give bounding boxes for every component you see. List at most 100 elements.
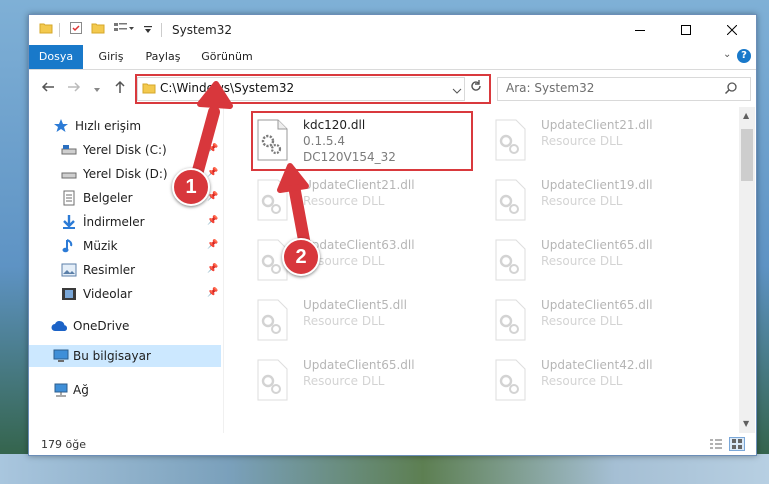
chevron-down-icon[interactable] [143, 24, 153, 38]
file-name: UpdateClient63.dll [303, 238, 415, 252]
file-highlight-box [251, 111, 473, 171]
separator [161, 23, 162, 37]
sidebar-item-label: Müzik [83, 239, 118, 253]
large-icons-view-icon[interactable] [729, 437, 745, 451]
pin-icon[interactable]: 📌 [207, 216, 218, 226]
file-item[interactable]: UpdateClient42.dll Resource DLL [487, 351, 707, 411]
dll-file-icon [493, 119, 527, 161]
sidebar-item-music[interactable]: Müzik 📌 [29, 235, 221, 257]
file-name: UpdateClient65.dll [303, 358, 415, 372]
computer-icon [53, 348, 69, 364]
network-icon [53, 382, 69, 398]
explorer-window: System32 Dosya Giriş Paylaş Görünüm ⌄ ? [28, 14, 757, 456]
sidebar-item-label: Hızlı erişim [75, 119, 142, 133]
file-item[interactable]: UpdateClient21.dll Resource DLL [249, 171, 469, 231]
back-icon[interactable] [41, 80, 55, 98]
sidebar-item-label: Yerel Disk (C:) [83, 143, 167, 157]
file-name: UpdateClient21.dll [303, 178, 415, 192]
item-count: 179 öğe [41, 438, 86, 451]
star-icon [53, 118, 69, 134]
search-box[interactable]: Ara: System32 [497, 77, 751, 101]
dll-file-icon [493, 179, 527, 221]
vertical-scrollbar[interactable]: ▲ ▼ [739, 107, 755, 433]
file-name: UpdateClient65.dll [541, 238, 653, 252]
sidebar-item-label: Ağ [73, 383, 89, 397]
navigation-pane: Hızlı erişim Yerel Disk (C:) 📌 Yerel Dis… [29, 107, 223, 433]
desktop-background [0, 454, 769, 484]
file-name: UpdateClient5.dll [303, 298, 407, 312]
tab-dosya[interactable]: Dosya [29, 45, 83, 69]
details-view-icon[interactable] [709, 438, 723, 453]
file-description: Resource DLL [303, 314, 385, 328]
search-input[interactable]: Ara: System32 [506, 81, 594, 95]
file-item[interactable]: UpdateClient65.dll Resource DLL [249, 351, 469, 411]
dll-file-icon [255, 179, 289, 221]
file-description: Resource DLL [303, 194, 385, 208]
file-description: Resource DLL [541, 254, 623, 268]
file-item[interactable]: UpdateClient19.dll Resource DLL [487, 171, 707, 231]
minimize-button[interactable] [617, 15, 663, 45]
sidebar-item-this-pc[interactable]: Bu bilgisayar [29, 345, 221, 367]
documents-icon [61, 190, 77, 206]
scrollbar-thumb[interactable] [741, 129, 753, 181]
pictures-icon [61, 262, 77, 278]
help-icon[interactable]: ? [737, 49, 751, 63]
tab-giris[interactable]: Giriş [91, 45, 131, 69]
pin-icon[interactable]: 📌 [207, 288, 218, 298]
sidebar-item-label: Belgeler [83, 191, 133, 205]
file-name: UpdateClient65.dll [541, 298, 653, 312]
scroll-up-icon[interactable]: ▲ [743, 111, 749, 120]
file-name: UpdateClient42.dll [541, 358, 653, 372]
recent-locations-icon[interactable] [93, 82, 101, 98]
file-item[interactable]: UpdateClient65.dll Resource DLL [487, 231, 707, 291]
dll-file-icon [493, 359, 527, 401]
file-name: UpdateClient21.dll [541, 118, 653, 132]
file-item[interactable]: UpdateClient21.dll Resource DLL [487, 111, 707, 171]
maximize-button[interactable] [663, 15, 709, 45]
drive-icon [61, 143, 77, 159]
sidebar-item-label: Yerel Disk (D:) [83, 167, 168, 181]
file-name: UpdateClient19.dll [541, 178, 653, 192]
sidebar-item-label: İndirmeler [83, 215, 145, 229]
forward-icon[interactable] [67, 80, 81, 98]
tab-gorunum[interactable]: Görünüm [197, 45, 257, 69]
close-button[interactable] [709, 15, 755, 45]
sidebar-item-onedrive[interactable]: OneDrive [29, 315, 221, 337]
window-title: System32 [172, 23, 233, 37]
sidebar-item-videos[interactable]: Videolar 📌 [29, 283, 221, 305]
file-item[interactable]: UpdateClient5.dll Resource DLL [249, 291, 469, 351]
pin-icon[interactable]: 📌 [207, 264, 218, 274]
scroll-down-icon[interactable]: ▼ [743, 419, 749, 428]
search-icon [724, 81, 738, 98]
pin-icon[interactable]: 📌 [207, 144, 218, 154]
file-description: Resource DLL [541, 134, 623, 148]
new-folder-icon[interactable] [91, 21, 105, 38]
pane-divider [223, 107, 224, 433]
address-highlight-box [135, 74, 491, 104]
folder-icon [39, 21, 53, 38]
music-icon [61, 238, 77, 254]
file-description: Resource DLL [541, 314, 623, 328]
drive-icon [61, 167, 77, 183]
sidebar-item-downloads[interactable]: İndirmeler 📌 [29, 211, 221, 233]
separator [59, 23, 60, 37]
sidebar-item-local-disk-c[interactable]: Yerel Disk (C:) 📌 [29, 139, 221, 161]
customize-toolbar-icon[interactable] [113, 21, 135, 38]
cloud-icon [51, 319, 68, 335]
sidebar-item-network[interactable]: Ağ [29, 379, 221, 401]
pin-icon[interactable]: 📌 [207, 168, 218, 178]
step-1-badge: 1 [172, 168, 210, 206]
sidebar-item-label: Videolar [83, 287, 133, 301]
file-description: Resource DLL [303, 374, 385, 388]
up-icon[interactable] [113, 80, 127, 98]
properties-icon[interactable] [69, 21, 83, 38]
tab-paylas[interactable]: Paylaş [141, 45, 185, 69]
pin-icon[interactable]: 📌 [207, 240, 218, 250]
videos-icon [61, 286, 77, 302]
ribbon-expand-icon[interactable]: ⌄ [723, 49, 731, 60]
sidebar-item-label: OneDrive [73, 319, 130, 333]
file-item[interactable]: UpdateClient65.dll Resource DLL [487, 291, 707, 351]
sidebar-item-quick-access[interactable]: Hızlı erişim [29, 115, 221, 137]
dll-file-icon [255, 299, 289, 341]
sidebar-item-pictures[interactable]: Resimler 📌 [29, 259, 221, 281]
